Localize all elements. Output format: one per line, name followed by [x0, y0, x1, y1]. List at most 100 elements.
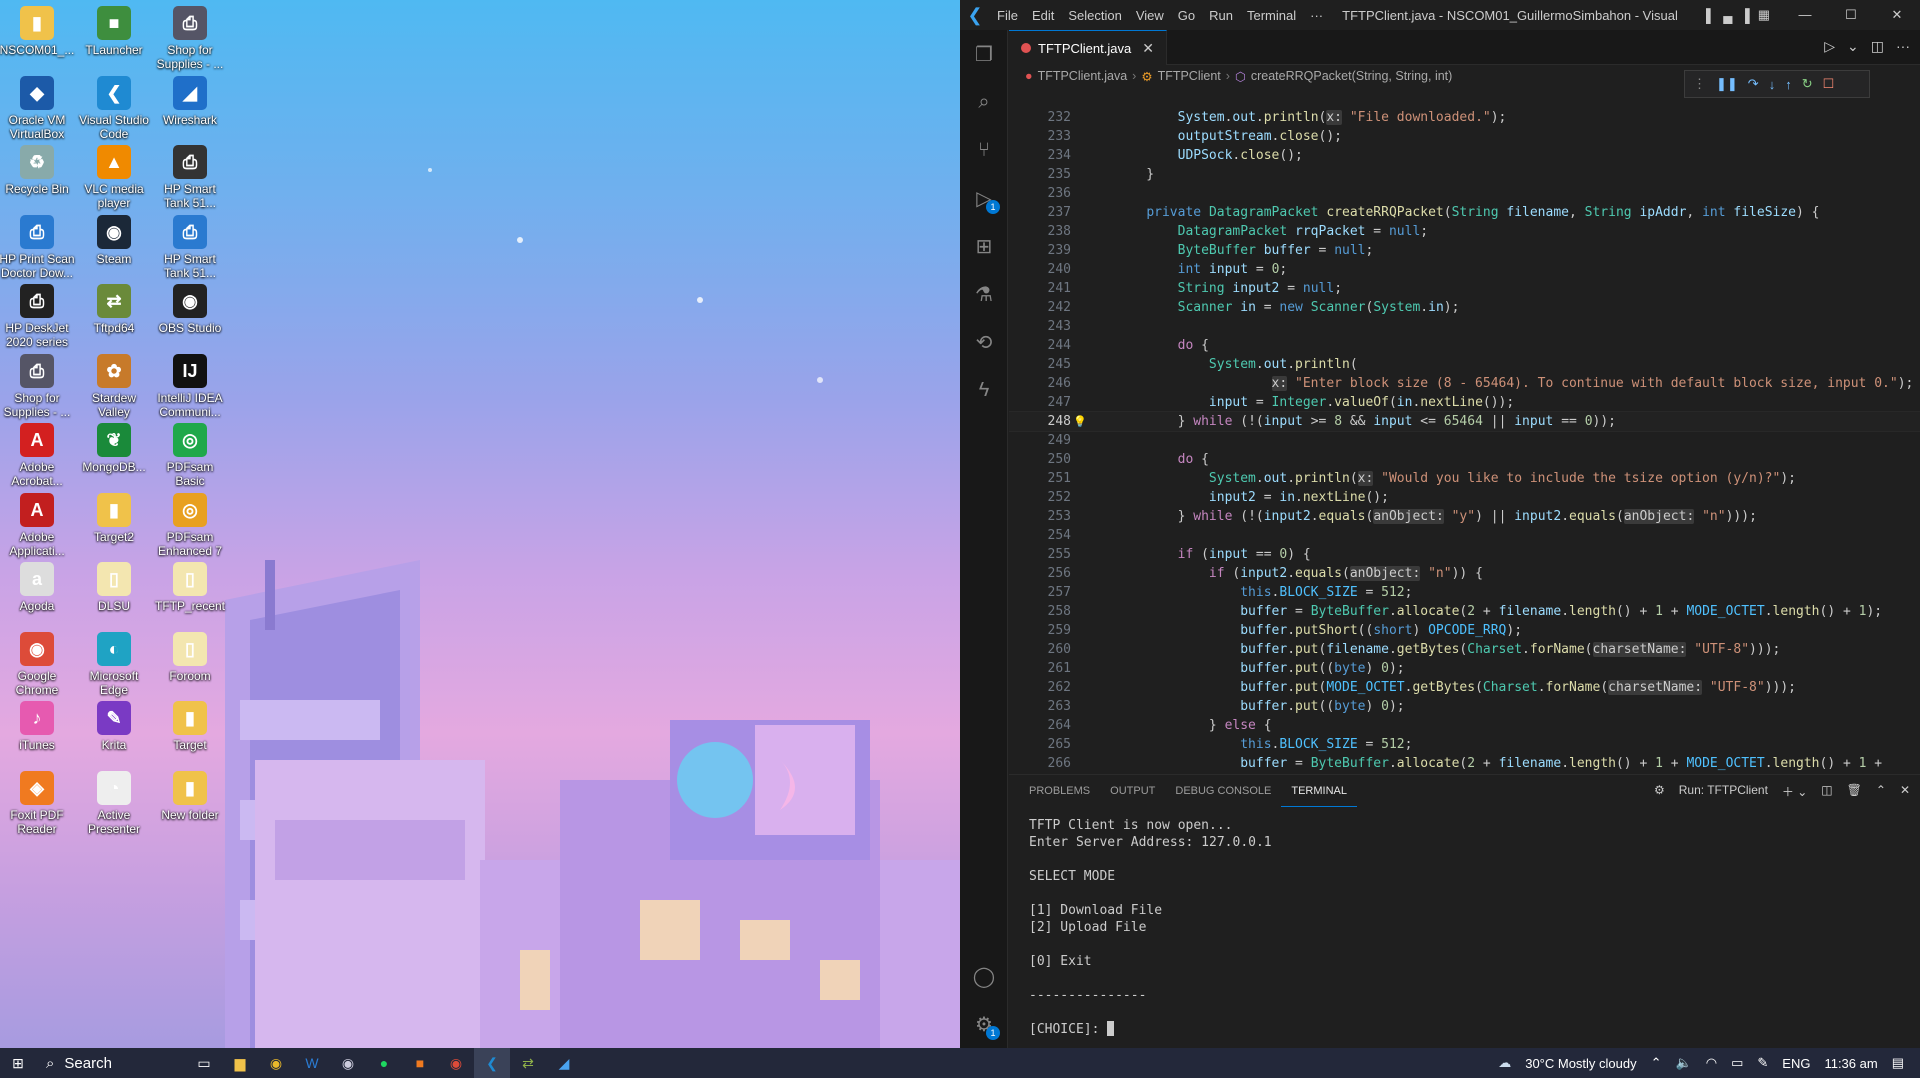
- stop-icon[interactable]: ☐: [1823, 76, 1835, 92]
- code-line[interactable]: 244 do {: [1009, 336, 1920, 355]
- split-terminal-icon[interactable]: ◫: [1821, 783, 1832, 800]
- orange-app-icon[interactable]: ■: [402, 1048, 438, 1078]
- vscode-taskbar-icon[interactable]: ❮: [474, 1048, 510, 1078]
- breadcrumb-file[interactable]: TFTPClient.java: [1038, 69, 1128, 83]
- code-line[interactable]: 246 x: "Enter block size (8 - 65464). To…: [1009, 374, 1920, 393]
- code-line[interactable]: 242 Scanner in = new Scanner(System.in);: [1009, 298, 1920, 317]
- chrome-icon[interactable]: ◉: [258, 1048, 294, 1078]
- code-line[interactable]: 258 buffer = ByteBuffer.allocate(2 + fil…: [1009, 602, 1920, 621]
- wireshark-taskbar-icon[interactable]: ◢: [546, 1048, 582, 1078]
- menu-item[interactable]: View: [1129, 8, 1171, 23]
- desktop-icon[interactable]: ◔ Active Presenter: [76, 770, 152, 836]
- code-line[interactable]: 233 outputStream.close();: [1009, 127, 1920, 146]
- step-over-icon[interactable]: ↷: [1748, 76, 1759, 92]
- explorer-icon[interactable]: ❐: [960, 30, 1008, 78]
- customize-layout-icon[interactable]: ▦: [1758, 7, 1770, 23]
- menu-item[interactable]: File: [990, 8, 1025, 23]
- clock[interactable]: 11:36 am: [1824, 1056, 1877, 1071]
- menu-item[interactable]: Edit: [1025, 8, 1061, 23]
- desktop-icon[interactable]: a Agoda: [0, 562, 75, 613]
- desktop-icon[interactable]: ◉ Steam: [76, 214, 152, 266]
- code-line[interactable]: 254: [1009, 526, 1920, 545]
- extensions-icon[interactable]: ⊞: [960, 222, 1008, 270]
- code-line[interactable]: 232 System.out.println(x: "File download…: [1009, 108, 1920, 127]
- code-line[interactable]: 236: [1009, 184, 1920, 203]
- desktop-icon[interactable]: ⇄ Tftpd64: [76, 284, 152, 335]
- lightning-icon[interactable]: ϟ: [960, 366, 1008, 414]
- code-line[interactable]: 261 buffer.put((byte) 0);: [1009, 659, 1920, 678]
- desktop-icon[interactable]: ▮ NSCOM01_...: [0, 6, 75, 57]
- desktop-icon[interactable]: A Adobe Applicati...: [0, 492, 75, 558]
- search-icon[interactable]: ⌕: [960, 78, 1008, 126]
- run-debug-icon[interactable]: ▷ 1: [960, 174, 1008, 222]
- desktop-icon[interactable]: ◢ Wireshark: [152, 75, 228, 127]
- maximize-icon[interactable]: ☐: [1828, 0, 1874, 30]
- desktop-icon[interactable]: ♪ iTunes: [0, 701, 75, 752]
- desktop-icon[interactable]: ✎ Krita: [76, 701, 152, 752]
- code-line[interactable]: 243: [1009, 317, 1920, 336]
- kill-terminal-icon[interactable]: 🗑: [1847, 783, 1862, 800]
- code-line[interactable]: 234 UDPSock.close();: [1009, 146, 1920, 165]
- taskbar-search[interactable]: ⌕ Search: [36, 1048, 186, 1078]
- code-line[interactable]: 256 if (input2.equals(anObject: "n")) {: [1009, 564, 1920, 583]
- code-line[interactable]: 247 input = Integer.valueOf(in.nextLine(…: [1009, 393, 1920, 412]
- menu-item[interactable]: Run: [1202, 8, 1240, 23]
- code-line[interactable]: 241 String input2 = null;: [1009, 279, 1920, 298]
- code-line[interactable]: 257 this.BLOCK_SIZE = 512;: [1009, 583, 1920, 602]
- close-panel-icon[interactable]: ✕: [1900, 783, 1910, 800]
- code-line[interactable]: 251 System.out.println(x: "Would you lik…: [1009, 469, 1920, 488]
- menu-item[interactable]: Selection: [1061, 8, 1128, 23]
- panel-tab-terminal[interactable]: TERMINAL: [1281, 775, 1357, 807]
- weather-text[interactable]: 30°C Mostly cloudy: [1525, 1056, 1636, 1071]
- panel-tab-problems[interactable]: PROBLEMS: [1019, 775, 1100, 807]
- toggle-secondary-sidebar-icon[interactable]: ▐: [1740, 8, 1749, 23]
- new-terminal-icon[interactable]: ＋ ⌄: [1782, 783, 1807, 800]
- task-view-icon[interactable]: ▭: [186, 1048, 222, 1078]
- breadcrumb-method[interactable]: createRRQPacket(String, String, int): [1251, 69, 1452, 83]
- code-line[interactable]: 265 this.BLOCK_SIZE = 512;: [1009, 735, 1920, 754]
- code-line[interactable]: 252 input2 = in.nextLine();: [1009, 488, 1920, 507]
- desktop-icon[interactable]: ▯ Foroom: [152, 631, 228, 683]
- code-line[interactable]: 240 int input = 0;: [1009, 260, 1920, 279]
- close-icon[interactable]: ✕: [1874, 0, 1920, 30]
- language-indicator[interactable]: ENG: [1782, 1056, 1810, 1071]
- steam-icon[interactable]: ◉: [330, 1048, 366, 1078]
- remote-explorer-icon[interactable]: ⟲: [960, 318, 1008, 366]
- desktop-icon[interactable]: ■ TLauncher: [76, 6, 152, 57]
- code-line[interactable]: 235 }: [1009, 165, 1920, 184]
- desktop-icon[interactable]: ◈ Foxit PDF Reader: [0, 770, 75, 836]
- split-editor-icon[interactable]: ◫: [1871, 38, 1884, 55]
- file-explorer-icon[interactable]: ▆: [222, 1048, 258, 1078]
- desktop-icon[interactable]: ⎙ HP Smart Tank 51...: [152, 145, 228, 210]
- accounts-icon[interactable]: ◯: [960, 952, 1008, 1000]
- desktop-icon[interactable]: ⎙ Shop for Supplies - ...: [0, 353, 75, 419]
- tab-tftpclient-java[interactable]: TFTPClient.java ✕: [1009, 30, 1167, 65]
- start-windows-icon[interactable]: ⊞: [0, 1048, 36, 1078]
- desktop-icon[interactable]: ♻ Recycle Bin: [0, 145, 75, 196]
- menu-item[interactable]: Go: [1171, 8, 1202, 23]
- code-line[interactable]: 248 💡 } while (!(input >= 8 && input <= 6…: [1009, 411, 1920, 432]
- pause-icon[interactable]: ❚❚: [1716, 76, 1738, 92]
- code-line[interactable]: 238 DatagramPacket rrqPacket = null;: [1009, 222, 1920, 241]
- code-line[interactable]: 255 if (input == 0) {: [1009, 545, 1920, 564]
- run-java-icon[interactable]: ▷: [1824, 38, 1835, 55]
- code-line[interactable]: 250 do {: [1009, 450, 1920, 469]
- desktop-icon[interactable]: ⎙ Shop for Supplies - ...: [152, 6, 228, 71]
- code-line[interactable]: 239 ByteBuffer buffer = null;: [1009, 241, 1920, 260]
- desktop-icon[interactable]: ◆ Oracle VM VirtualBox: [0, 75, 75, 141]
- source-control-icon[interactable]: ⑂: [960, 126, 1008, 174]
- wifi-icon[interactable]: ◠: [1706, 1055, 1717, 1071]
- desktop-icon[interactable]: ▲ VLC media player: [76, 145, 152, 210]
- panel-tab-output[interactable]: OUTPUT: [1100, 775, 1165, 807]
- code-editor[interactable]: 232 System.out.println(x: "File download…: [1009, 108, 1920, 773]
- desktop-icon[interactable]: ▮ Target2: [76, 492, 152, 544]
- tab-close-icon[interactable]: ✕: [1142, 40, 1154, 57]
- desktop-icon[interactable]: ◉ OBS Studio: [152, 284, 228, 335]
- chevron-up-icon[interactable]: ⌃: [1651, 1055, 1662, 1071]
- code-line[interactable]: 266 buffer = ByteBuffer.allocate(2 + fil…: [1009, 754, 1920, 773]
- desktop-icon[interactable]: ▯ TFTP_recent: [152, 562, 228, 613]
- pen-icon[interactable]: ✎: [1757, 1055, 1768, 1071]
- desktop-icon[interactable]: IJ IntelliJ IDEA Communi...: [152, 353, 228, 419]
- spotify-icon[interactable]: ●: [366, 1048, 402, 1078]
- desktop-icon[interactable]: A Adobe Acrobat...: [0, 423, 75, 488]
